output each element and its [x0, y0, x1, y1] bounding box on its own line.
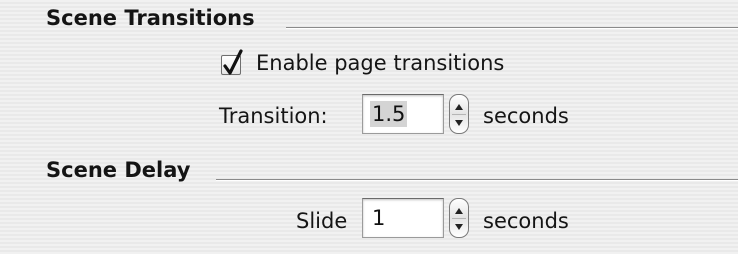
slide-seconds-input[interactable]: 1 [362, 198, 444, 238]
section-title-scene-transitions: Scene Transitions [46, 6, 255, 30]
section-divider [216, 179, 738, 181]
section-title-scene-delay: Scene Delay [46, 158, 191, 182]
transition-stepper[interactable] [449, 94, 469, 134]
checkmark-icon [223, 49, 243, 75]
slide-seconds-value: 1 [372, 206, 386, 230]
slide-stepper[interactable] [449, 198, 469, 238]
enable-transitions-checkbox[interactable] [221, 49, 243, 75]
transition-unit-label: seconds [483, 104, 569, 128]
slide-label: Slide [296, 209, 348, 233]
arrow-down-icon[interactable] [455, 120, 463, 126]
transition-label: Transition: [219, 104, 328, 128]
slide-unit-label: seconds [483, 209, 569, 233]
transition-seconds-input[interactable]: 1.5 [362, 94, 444, 134]
arrow-down-icon[interactable] [455, 224, 463, 230]
arrow-up-icon[interactable] [455, 104, 463, 110]
transition-seconds-value: 1.5 [370, 101, 408, 127]
enable-transitions-label[interactable]: Enable page transitions [256, 51, 504, 75]
preferences-panel: Scene Transitions Enable page transition… [0, 0, 738, 254]
arrow-up-icon[interactable] [455, 208, 463, 214]
section-divider [286, 27, 738, 29]
